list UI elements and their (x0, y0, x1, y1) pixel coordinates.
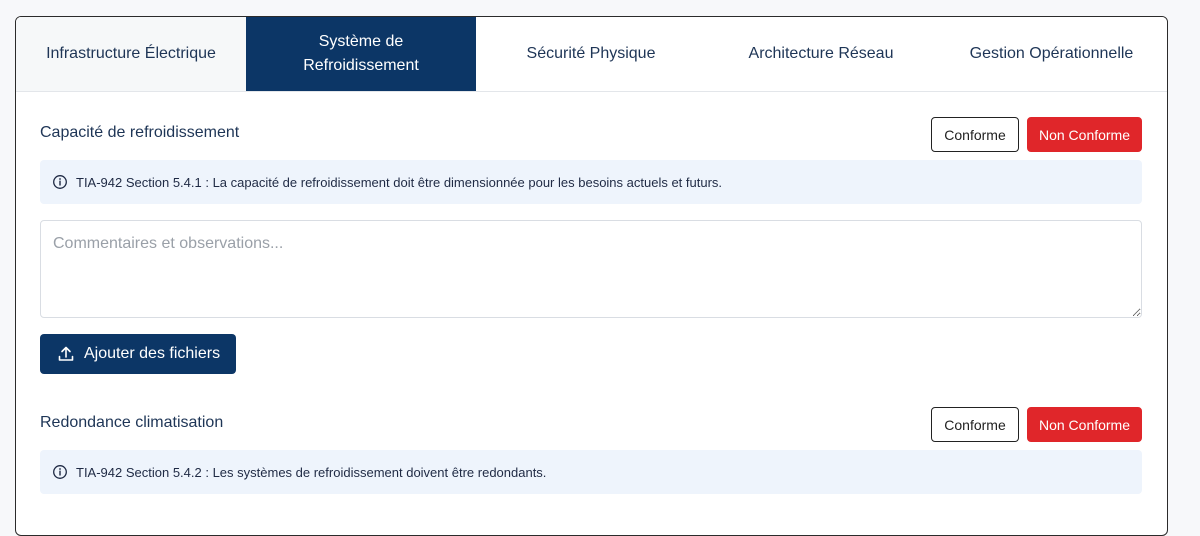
info-banner: TIA-942 Section 5.4.2 : Les systèmes de … (40, 450, 1142, 494)
section-title: Redondance climatisation (40, 414, 224, 431)
tab-gestion-operationnelle[interactable]: Gestion Opérationnelle (936, 17, 1167, 91)
upload-icon (56, 344, 76, 364)
section-title: Capacité de refroidissement (40, 124, 240, 141)
conforme-button[interactable]: Conforme (931, 407, 1019, 442)
section-redondance-climatisation: Redondance climatisation Conforme Non Co… (40, 407, 1142, 494)
info-circle-icon (52, 464, 68, 480)
section-header: Capacité de refroidissement Conforme Non… (40, 117, 1142, 153)
conforme-button[interactable]: Conforme (931, 117, 1019, 152)
add-files-button[interactable]: Ajouter des fichiers (40, 334, 237, 374)
info-banner: TIA-942 Section 5.4.1 : La capacité de r… (40, 160, 1142, 204)
section-header: Redondance climatisation Conforme Non Co… (40, 407, 1142, 443)
tab-bar: Infrastructure Électrique Système de Ref… (16, 17, 1167, 92)
info-text: TIA-942 Section 5.4.1 : La capacité de r… (76, 174, 723, 190)
tab-infrastructure-electrique[interactable]: Infrastructure Électrique (16, 17, 246, 91)
non-conforme-button[interactable]: Non Conforme (1027, 407, 1142, 442)
comments-field[interactable] (40, 220, 1142, 318)
non-conforme-button[interactable]: Non Conforme (1027, 117, 1142, 152)
info-circle-icon (52, 174, 68, 190)
info-text: TIA-942 Section 5.4.2 : Les systèmes de … (76, 464, 547, 480)
add-files-label: Ajouter des fichiers (84, 345, 221, 362)
tab-systeme-refroidissement[interactable]: Système de Refroidissement (246, 17, 476, 91)
tab-architecture-reseau[interactable]: Architecture Réseau (706, 17, 936, 91)
audit-card: Infrastructure Électrique Système de Ref… (15, 16, 1168, 536)
section-capacite-refroidissement: Capacité de refroidissement Conforme Non… (40, 117, 1142, 374)
tab-securite-physique[interactable]: Sécurité Physique (476, 17, 706, 91)
